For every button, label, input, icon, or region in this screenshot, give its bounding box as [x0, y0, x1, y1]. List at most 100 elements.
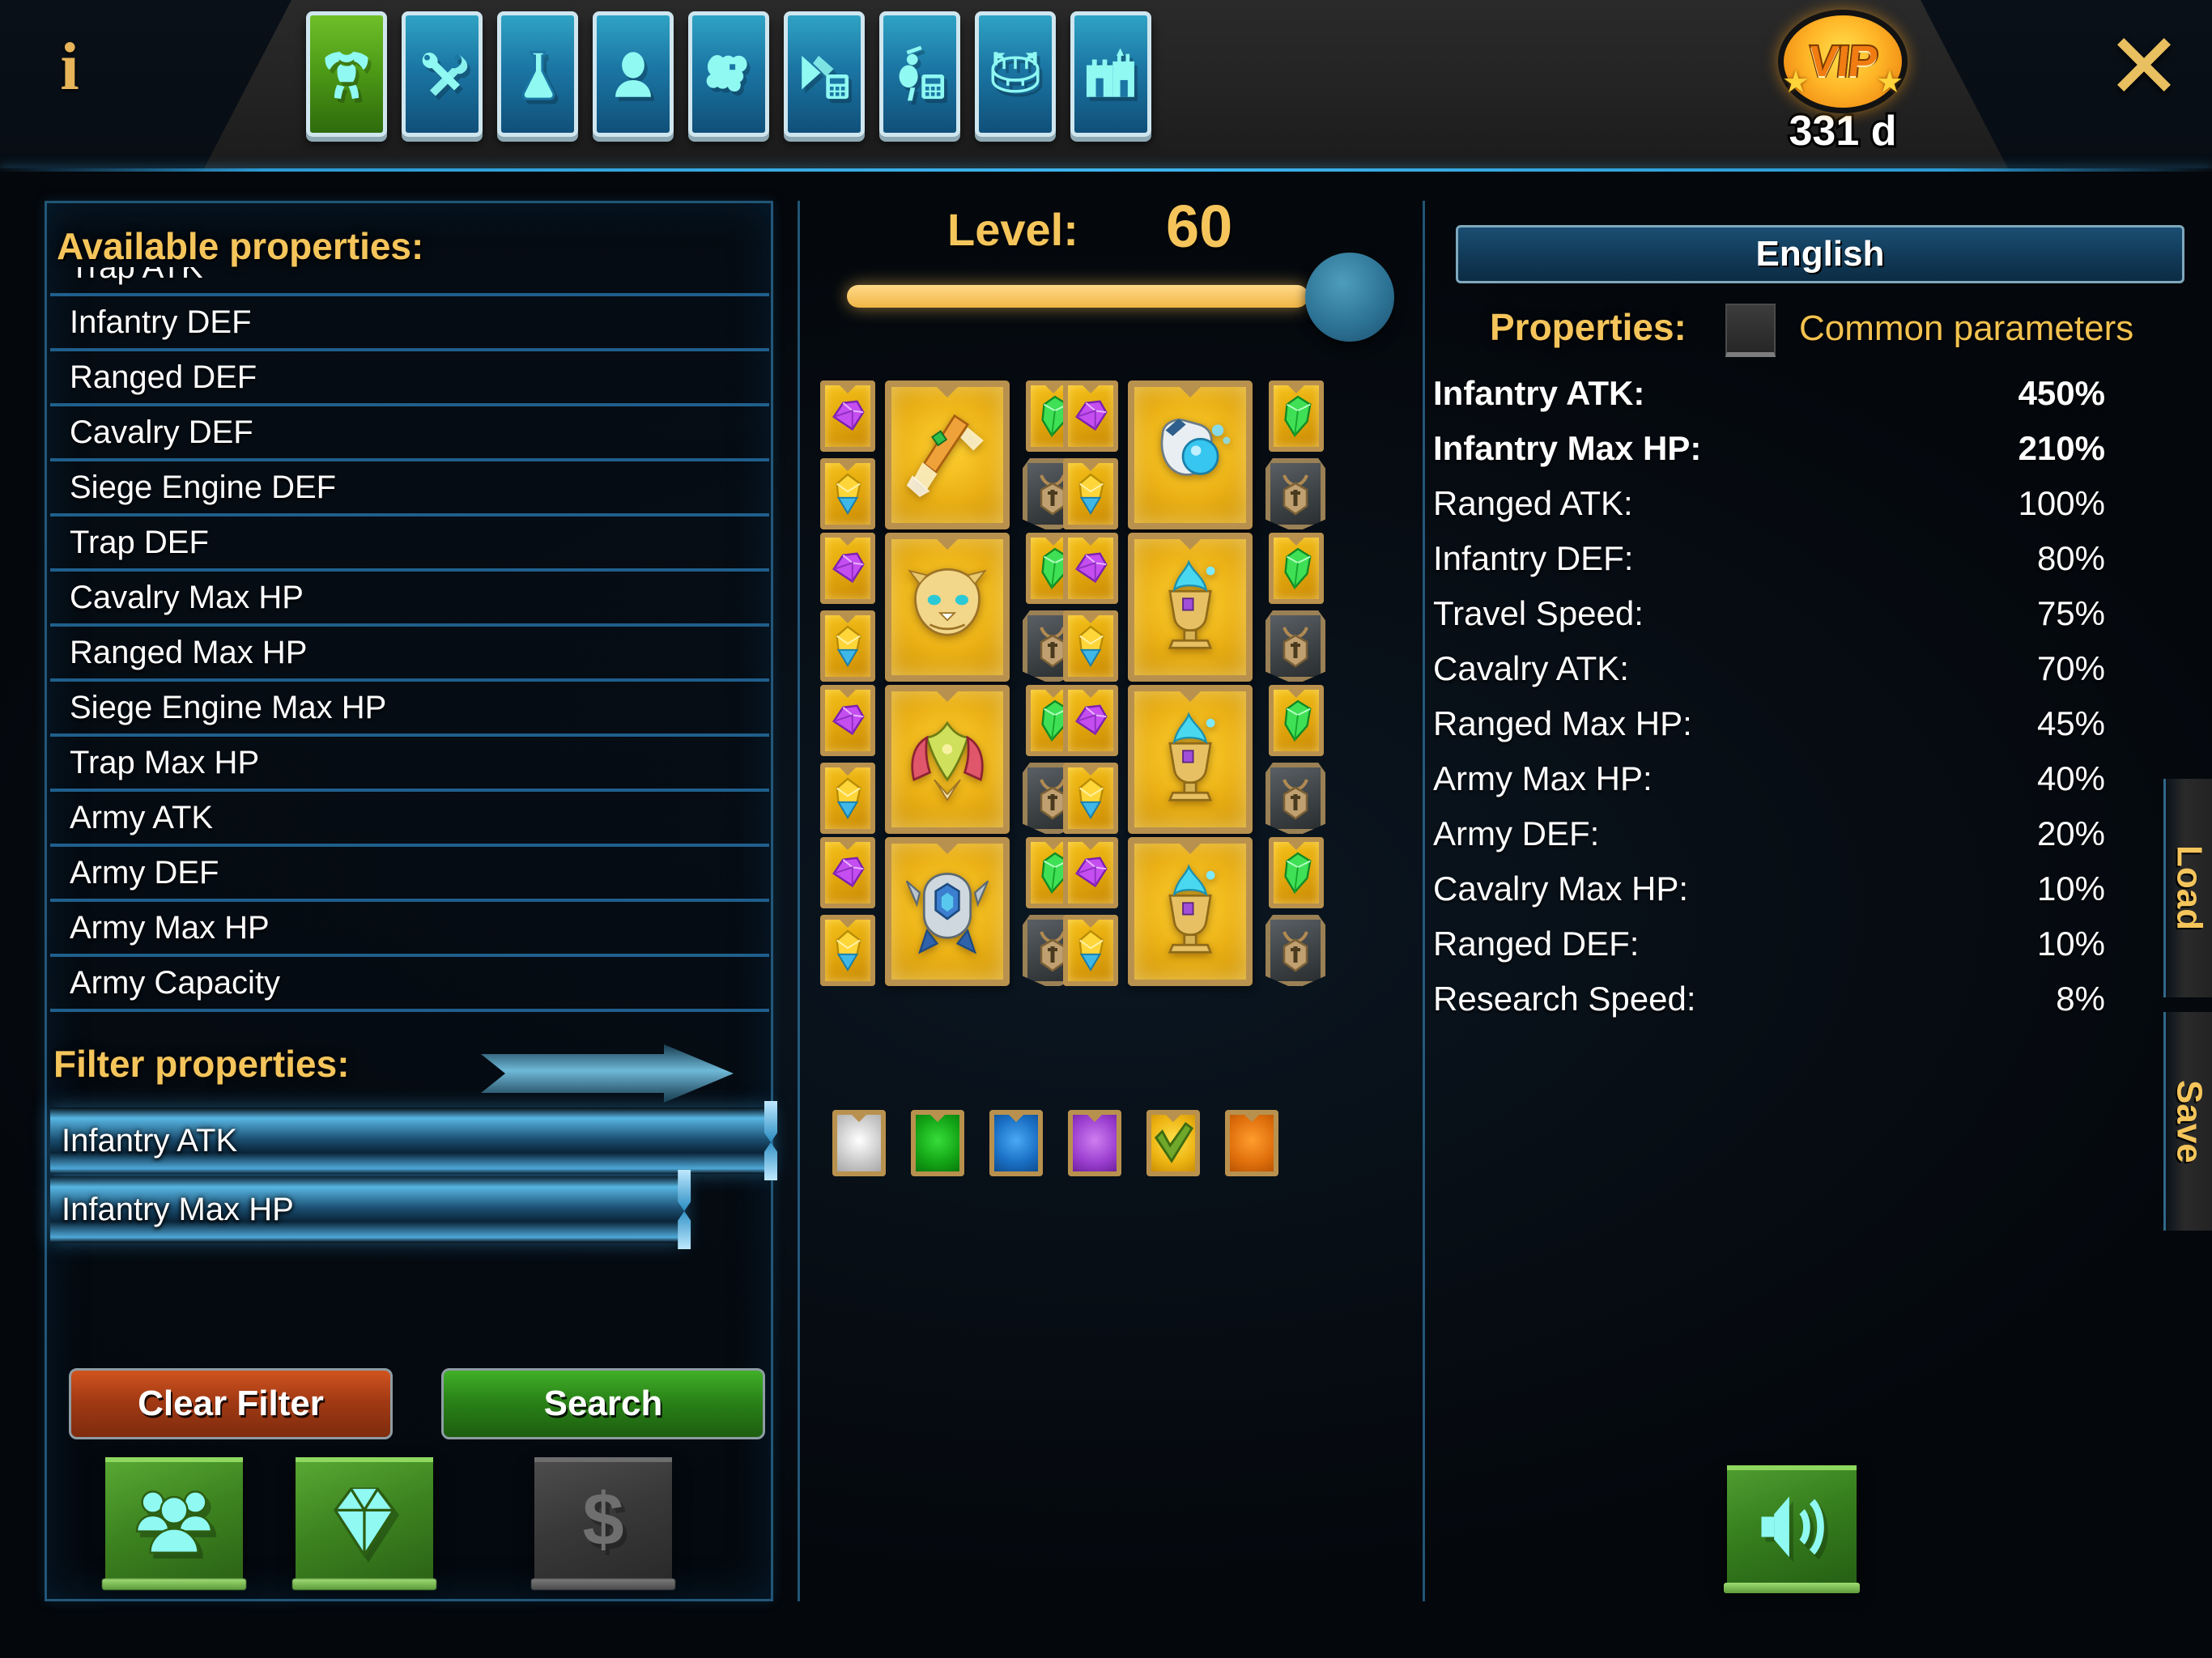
amulet-slot-glyph	[1283, 627, 1308, 668]
pauldron-icon	[905, 873, 989, 954]
available-property-row[interactable]: Trap ATK	[50, 267, 769, 296]
quality-tier-green[interactable]	[911, 1110, 964, 1176]
save-tab[interactable]: Save	[2163, 1012, 2212, 1231]
available-property-row[interactable]: Army ATK	[50, 792, 769, 847]
available-properties-list[interactable]: Trap ATK Infantry DEF Ranged DEF Cavalry DE…	[50, 267, 769, 1028]
equipment-cell	[820, 380, 1095, 559]
tab-equipment[interactable]	[306, 11, 387, 137]
gem-slot-top-left[interactable]	[1063, 837, 1118, 908]
level-slider-knob[interactable]	[1305, 253, 1394, 342]
equipment-slot-weapon-sword[interactable]	[885, 380, 1010, 529]
filter-property-row[interactable]: Infantry ATK	[50, 1101, 777, 1180]
amulet-slot[interactable]	[1266, 610, 1325, 682]
gem-slot-top-left[interactable]	[820, 380, 875, 452]
flask-icon	[521, 50, 555, 100]
gems-button[interactable]	[296, 1457, 433, 1579]
gem-slot-top-right[interactable]	[1269, 837, 1324, 908]
gem-slot-bottom-left[interactable]	[820, 458, 875, 529]
stat-value: 8%	[2056, 980, 2105, 1018]
equipment-slot-helmet-lion[interactable]	[885, 533, 1010, 682]
equipment-slot-goblet-water-2[interactable]	[1128, 685, 1253, 834]
gem-slot-bottom-left[interactable]	[1063, 763, 1118, 834]
gem-slot-bottom-left[interactable]	[820, 915, 875, 986]
available-property-row[interactable]: Ranged DEF	[50, 351, 769, 406]
gem-slot-bottom-left[interactable]	[1063, 915, 1118, 986]
gem-slot-top-left[interactable]	[820, 533, 875, 604]
available-property-row[interactable]: Army Max HP	[50, 902, 769, 957]
tab-research[interactable]	[497, 11, 578, 137]
language-selector[interactable]: English	[1456, 225, 2184, 283]
equipment-slot-armor-cape[interactable]	[885, 685, 1010, 834]
stat-label: Travel Speed:	[1433, 594, 1644, 632]
level-label: Level:	[947, 204, 1078, 255]
available-property-row[interactable]: Cavalry Max HP	[50, 572, 769, 627]
filter-property-row[interactable]: Infantry Max HP	[50, 1170, 771, 1249]
available-property-row[interactable]: Siege Engine DEF	[50, 461, 769, 517]
search-button[interactable]: Search	[441, 1368, 765, 1439]
available-property-row[interactable]: Army DEF	[50, 847, 769, 902]
available-property-row[interactable]: Trap DEF	[50, 517, 769, 572]
common-parameters-checkbox[interactable]	[1725, 304, 1776, 357]
stat-value: 450%	[2018, 374, 2105, 412]
equipment-slot-accessory-flask[interactable]	[1128, 380, 1253, 529]
tab-hero-calculator[interactable]	[879, 11, 960, 137]
gem-slot-bottom-left-glyph	[1078, 625, 1104, 668]
load-tab-label: Load	[2169, 845, 2210, 931]
beast-icon	[706, 54, 747, 91]
gem-slot-bottom-left-glyph	[836, 777, 861, 820]
tab-troop-calculator[interactable]	[784, 11, 865, 137]
gem-slot-bottom-left[interactable]	[1063, 610, 1118, 682]
available-property-row[interactable]: Ranged Max HP	[50, 627, 769, 682]
tab-arena[interactable]	[975, 11, 1056, 137]
filter-apply-arrow-button[interactable]	[478, 1038, 737, 1109]
gem-slot-top-right[interactable]	[1269, 685, 1324, 756]
equipment-slot-goblet-water[interactable]	[1128, 533, 1253, 682]
close-icon	[2117, 38, 2171, 91]
filter-properties-list[interactable]: Infantry ATK Infantry Max HP	[50, 1101, 777, 1249]
gem-slot-bottom-left[interactable]	[820, 763, 875, 834]
stat-label: Infantry ATK:	[1433, 374, 1645, 412]
load-tab[interactable]: Load	[2163, 779, 2212, 997]
gem-slot-top-left[interactable]	[820, 685, 875, 756]
equipment-slot-shoulder-guard[interactable]	[885, 837, 1010, 986]
quality-tier-gold[interactable]	[1146, 1110, 1200, 1176]
level-value: 60	[1166, 193, 1233, 260]
amulet-slot-glyph	[1283, 931, 1308, 972]
quality-tier-orange[interactable]	[1225, 1110, 1278, 1176]
quality-tier-purple[interactable]	[1068, 1110, 1121, 1176]
vip-badge[interactable]: ★ VIP ★ 331 d	[1770, 10, 1916, 156]
level-slider-track[interactable]	[847, 285, 1308, 308]
gem-slot-top-right[interactable]	[1269, 380, 1324, 452]
gem-slot-bottom-left-glyph	[836, 473, 861, 516]
members-button[interactable]	[105, 1457, 243, 1579]
sound-toggle-button[interactable]	[1724, 1465, 1860, 1593]
tab-monsters[interactable]	[688, 11, 769, 137]
gem-slot-top-right[interactable]	[1269, 533, 1324, 604]
amulet-slot[interactable]	[1266, 915, 1325, 986]
gem-slot-top-left[interactable]	[1063, 533, 1118, 604]
amulet-slot[interactable]	[1266, 458, 1325, 529]
clear-filter-button[interactable]: Clear Filter	[69, 1368, 393, 1439]
tab-forge[interactable]	[402, 11, 483, 137]
money-button[interactable]: $	[534, 1457, 672, 1579]
quality-tier-blue[interactable]	[989, 1110, 1043, 1176]
available-property-row[interactable]: Trap Max HP	[50, 737, 769, 792]
available-property-label: Siege Engine Max HP	[70, 690, 387, 725]
amulet-slot[interactable]	[1266, 763, 1325, 834]
close-button[interactable]	[2105, 26, 2183, 104]
available-property-row[interactable]: Siege Engine Max HP	[50, 682, 769, 737]
equipment-slot-goblet-water-3[interactable]	[1128, 837, 1253, 986]
gem-slot-bottom-left[interactable]	[820, 610, 875, 682]
available-property-row[interactable]: Infantry DEF	[50, 296, 769, 351]
gem-slot-bottom-left[interactable]	[1063, 458, 1118, 529]
gem-slot-top-left[interactable]	[820, 837, 875, 908]
gem-slot-top-left[interactable]	[1063, 380, 1118, 452]
star-icon: ★	[1782, 66, 1810, 100]
info-icon[interactable]: i	[49, 31, 91, 104]
available-property-row[interactable]: Cavalry DEF	[50, 406, 769, 461]
available-property-row[interactable]: Army Capacity	[50, 957, 769, 1012]
quality-tier-white[interactable]	[832, 1110, 886, 1176]
tab-profile[interactable]	[593, 11, 674, 137]
tab-castle[interactable]	[1070, 11, 1151, 137]
gem-slot-top-left[interactable]	[1063, 685, 1118, 756]
